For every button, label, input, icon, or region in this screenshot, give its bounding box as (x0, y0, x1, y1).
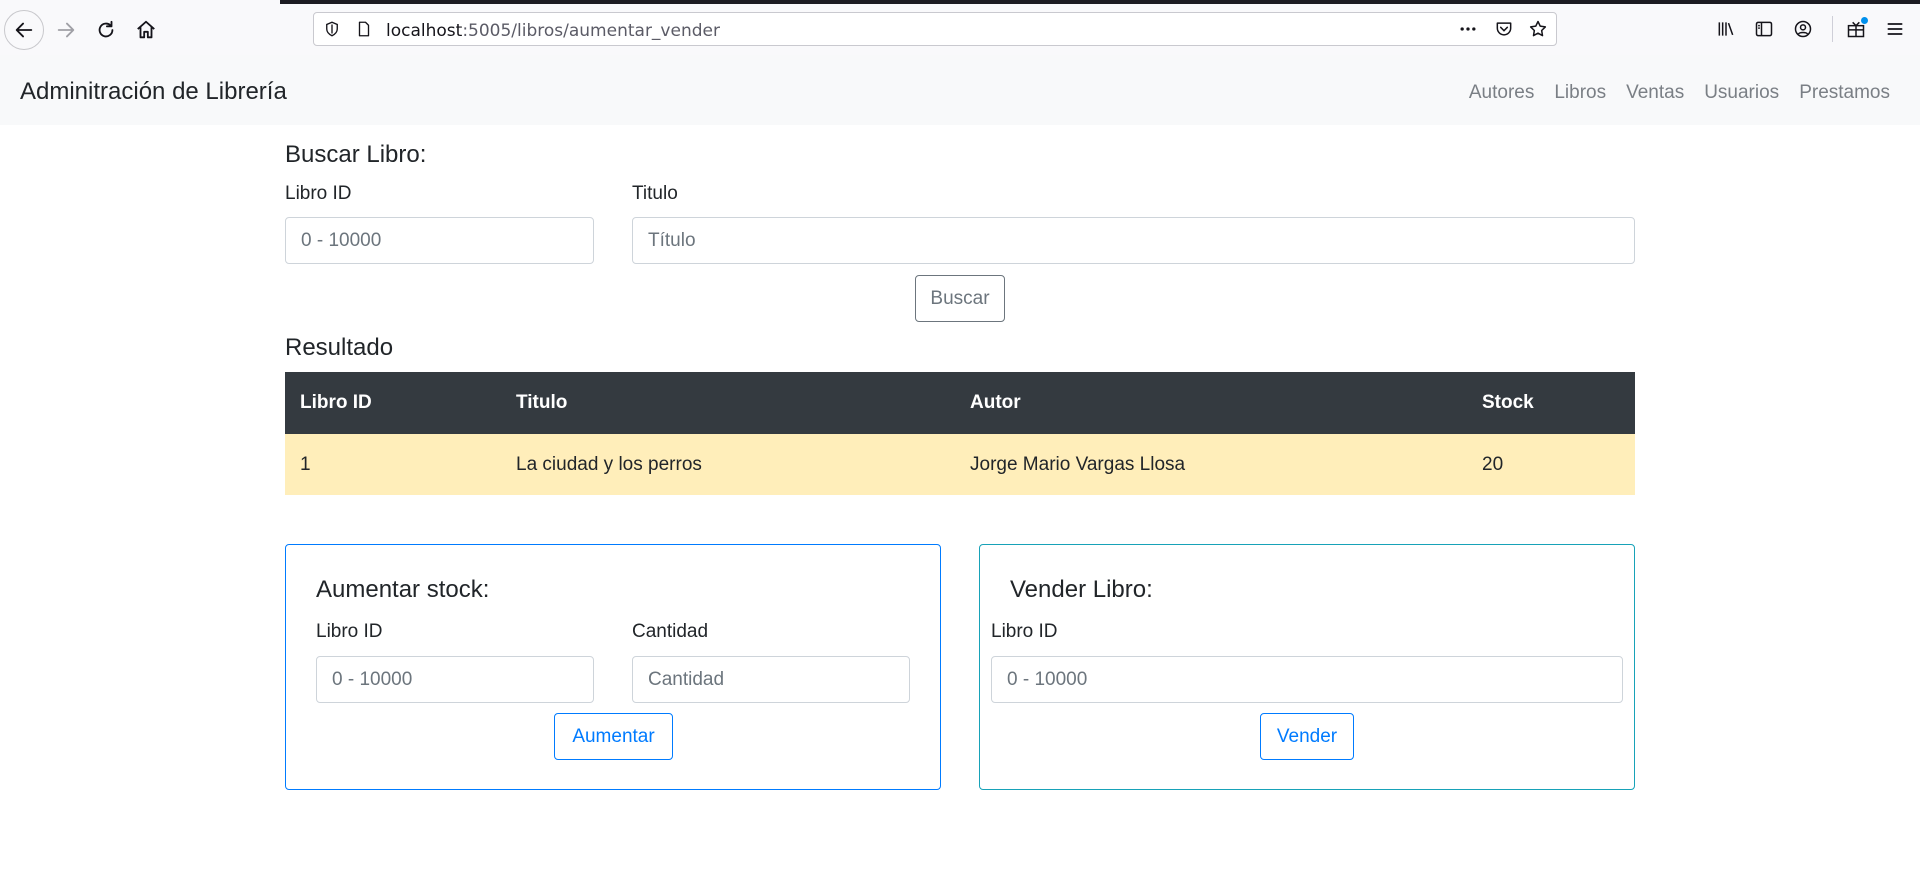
notification-dot (1861, 17, 1868, 24)
sell-id-label: Libro ID (991, 621, 1058, 642)
page-info-icon[interactable] (354, 19, 374, 39)
hamburger-menu-icon[interactable] (1883, 17, 1907, 41)
forward-icon[interactable] (46, 10, 86, 50)
browser-toolbar: localhost:5005/libros/aumentar_vender (0, 0, 1920, 55)
table-cell: 1 (300, 453, 311, 475)
navbar-links: Autores Libros Ventas Usuarios Prestamos (1469, 82, 1890, 104)
increase-id-input[interactable]: 0 - 10000 (316, 656, 594, 703)
nav-link-libros[interactable]: Libros (1554, 82, 1606, 104)
address-bar[interactable]: localhost:5005/libros/aumentar_vender (313, 12, 1557, 46)
bookmark-star-icon[interactable] (1528, 19, 1548, 39)
account-icon[interactable] (1791, 17, 1815, 41)
tab-strip (280, 0, 1920, 4)
extensions-icon[interactable] (1844, 17, 1868, 41)
url-host: localhost (386, 21, 463, 41)
app-navbar: Adminitración de Librería Autores Libros… (0, 55, 1920, 125)
column-header: Titulo (516, 392, 568, 413)
url-text[interactable]: localhost:5005/libros/aumentar_vender (386, 21, 720, 41)
column-header: Stock (1482, 392, 1534, 413)
search-id-input[interactable]: 0 - 10000 (285, 217, 594, 264)
column-header: Autor (970, 392, 1021, 413)
home-icon[interactable] (126, 10, 166, 50)
table-cell: Jorge Mario Vargas Llosa (970, 453, 1186, 475)
more-actions-icon[interactable] (1458, 19, 1478, 39)
toolbar-separator (1832, 16, 1833, 42)
navbar-brand[interactable]: Adminitración de Librería (20, 78, 287, 106)
sidebar-icon[interactable] (1752, 17, 1776, 41)
increase-stock-title: Aumentar stock: (316, 576, 490, 603)
nav-link-usuarios[interactable]: Usuarios (1704, 82, 1779, 104)
nav-link-ventas[interactable]: Ventas (1626, 82, 1684, 104)
sell-book-title: Vender Libro: (1010, 576, 1153, 603)
pocket-icon[interactable] (1494, 19, 1514, 39)
table-header: Libro ID Titulo Autor Stock (285, 372, 1635, 434)
table-row: 1 La ciudad y los perros Jorge Mario Var… (285, 434, 1635, 495)
search-title: Buscar Libro: (285, 141, 427, 168)
reload-icon[interactable] (86, 10, 126, 50)
search-id-label: Libro ID (285, 183, 352, 204)
increase-id-label: Libro ID (316, 621, 383, 642)
back-icon[interactable] (4, 10, 44, 50)
nav-link-prestamos[interactable]: Prestamos (1799, 82, 1890, 104)
increase-button[interactable]: Aumentar (554, 713, 673, 760)
table-cell: La ciudad y los perros (516, 453, 702, 475)
quantity-label: Cantidad (632, 621, 709, 642)
search-button[interactable]: Buscar (915, 275, 1005, 322)
url-path: :5005/libros/aumentar_vender (462, 21, 720, 41)
results-title: Resultado (285, 334, 394, 361)
table-cell: 20 (1482, 453, 1504, 475)
search-title-label: Titulo (632, 183, 678, 204)
quantity-input[interactable]: Cantidad (632, 656, 910, 703)
sell-id-input[interactable]: 0 - 10000 (991, 656, 1623, 703)
sell-button[interactable]: Vender (1260, 713, 1354, 760)
tracking-shield-icon[interactable] (322, 19, 342, 39)
nav-link-autores[interactable]: Autores (1469, 82, 1534, 104)
results-table: Libro ID Titulo Autor Stock 1 La ciudad … (285, 372, 1635, 495)
column-header: Libro ID (300, 392, 372, 413)
search-title-input[interactable]: Título (632, 217, 1635, 264)
library-icon[interactable] (1714, 17, 1738, 41)
